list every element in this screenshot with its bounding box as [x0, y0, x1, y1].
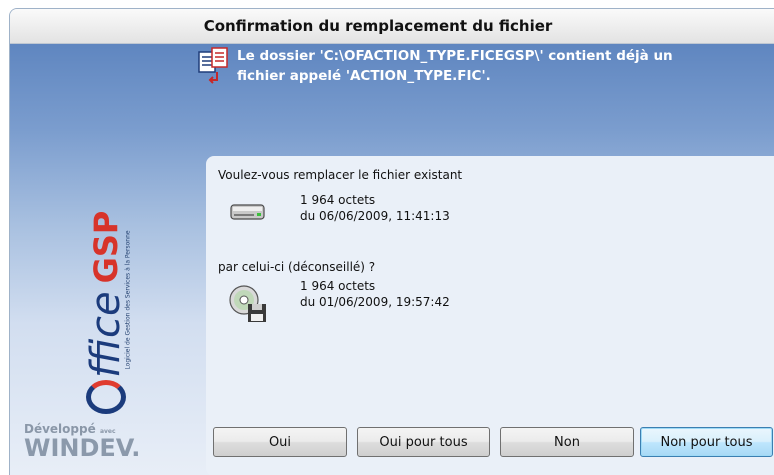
message-line-2: fichier appelé 'ACTION_TYPE.FIC'.: [237, 68, 491, 84]
logo-gsp-text: GSP: [87, 210, 125, 284]
replacement-file-date: du 01/06/2009, 19:57:42: [300, 295, 450, 309]
no-to-all-button[interactable]: Non pour tous: [640, 427, 773, 457]
hard-drive-icon: [230, 200, 266, 228]
message-line-1: Le dossier 'C:\OFACTION_TYPE.FICEGSP\' c…: [237, 48, 673, 64]
replacement-file-question: par celui-ci (déconseillé) ?: [218, 260, 376, 274]
dialog-title: Confirmation du remplacement du fichier: [203, 17, 553, 35]
replacement-file-size: 1 964 octets: [300, 279, 376, 293]
branding-column: ffice GSP Logiciel de Gestion des Servic…: [10, 44, 198, 475]
logo-tagline: Logiciel de Gestion des Services à la Pe…: [124, 230, 132, 370]
yes-button[interactable]: Oui: [213, 427, 347, 457]
cd-floppy-icon: [228, 284, 268, 328]
no-button[interactable]: Non: [500, 427, 634, 457]
logo-ffice-text: ffice: [83, 291, 129, 378]
logo-o-ring-icon: [86, 380, 126, 414]
windev-wordmark: WINDEV.: [24, 434, 141, 462]
file-replace-icon: [197, 46, 231, 86]
replace-confirmation-dialog: Confirmation du remplacement du fichier …: [9, 8, 774, 475]
existing-file-size: 1 964 octets: [300, 193, 376, 207]
existing-file-date: du 06/06/2009, 11:41:13: [300, 209, 450, 223]
windev-logo: Développé avec WINDEV.: [24, 422, 140, 460]
existing-file-question: Voulez-vous remplacer le fichier existan…: [218, 168, 463, 182]
title-bar[interactable]: Confirmation du remplacement du fichier: [10, 9, 774, 44]
dialog-body: ffice GSP Logiciel de Gestion des Servic…: [10, 44, 774, 475]
yes-to-all-button[interactable]: Oui pour tous: [357, 427, 490, 457]
header-message: Le dossier 'C:\OFACTION_TYPE.FICEGSP\' c…: [197, 46, 767, 86]
